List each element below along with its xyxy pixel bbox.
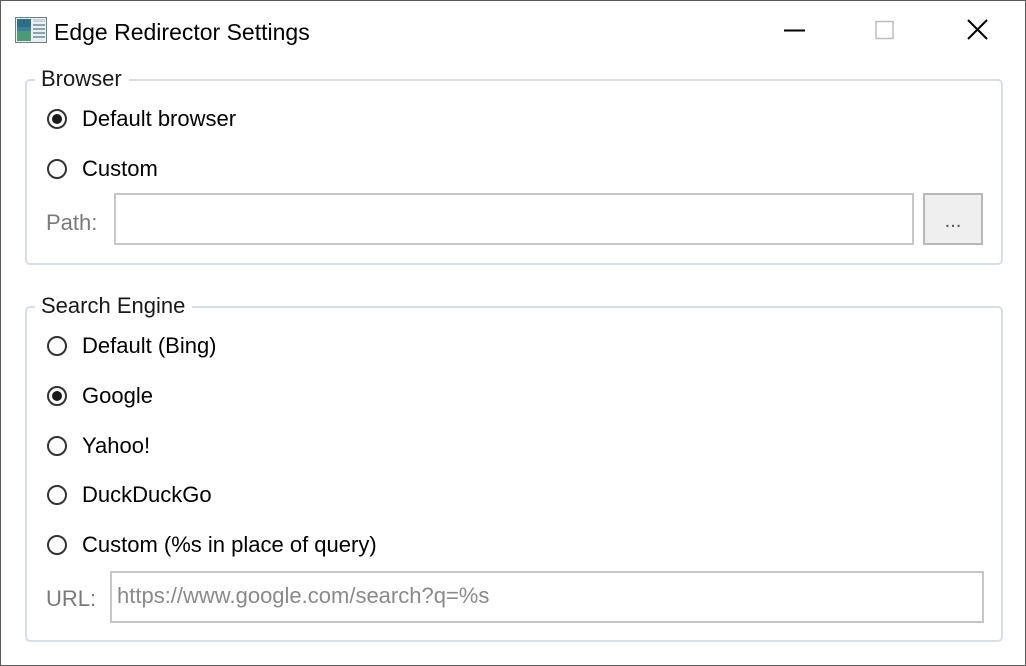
radio-label: Default (Bing) [82, 333, 217, 358]
url-label: URL: [46, 586, 97, 611]
browse-button[interactable]: ... [923, 193, 983, 245]
minimize-icon [784, 29, 805, 32]
radio-custom-search[interactable]: Custom (%s in place of query) [47, 529, 377, 561]
radio-button-checked[interactable] [47, 386, 67, 406]
radio-duckduckgo[interactable]: DuckDuckGo [47, 479, 212, 511]
radio-google[interactable]: Google [47, 380, 153, 412]
settings-window: Edge Redirector Settings Browser Default… [0, 0, 1026, 666]
browser-group: Browser Default browser Custom Path: ... [25, 65, 1003, 265]
path-label: Path: [46, 210, 98, 235]
radio-default-bing[interactable]: Default (Bing) [47, 330, 217, 362]
app-icon [15, 17, 47, 43]
radio-button[interactable] [47, 485, 67, 505]
radio-label: Google [82, 383, 153, 408]
close-icon [967, 19, 988, 40]
radio-button[interactable] [47, 436, 67, 456]
path-input[interactable] [114, 193, 914, 245]
radio-button[interactable] [47, 336, 67, 356]
maximize-button[interactable] [839, 1, 931, 61]
radio-button-checked[interactable] [47, 109, 67, 129]
close-button[interactable] [931, 1, 1023, 61]
radio-label: Yahoo! [82, 433, 151, 458]
radio-label: Custom [82, 156, 158, 181]
radio-label: DuckDuckGo [82, 482, 212, 507]
minimize-button[interactable] [749, 1, 841, 61]
radio-yahoo[interactable]: Yahoo! [47, 430, 150, 462]
title-bar[interactable]: Edge Redirector Settings [1, 1, 1025, 61]
search-engine-group-legend: Search Engine [35, 292, 193, 320]
radio-button[interactable] [47, 535, 67, 555]
radio-default-browser[interactable]: Default browser [47, 103, 236, 135]
radio-label: Custom (%s in place of query) [82, 532, 377, 557]
maximize-icon [875, 20, 894, 40]
search-engine-group: Search Engine Default (Bing) Google Yaho… [25, 292, 1003, 642]
radio-button[interactable] [47, 159, 67, 179]
radio-custom-browser[interactable]: Custom [47, 153, 158, 185]
browser-group-legend: Browser [35, 65, 129, 93]
window-title: Edge Redirector Settings [54, 19, 310, 45]
radio-label: Default browser [82, 106, 237, 131]
url-input[interactable]: https://www.google.com/search?q=%s [110, 571, 984, 623]
